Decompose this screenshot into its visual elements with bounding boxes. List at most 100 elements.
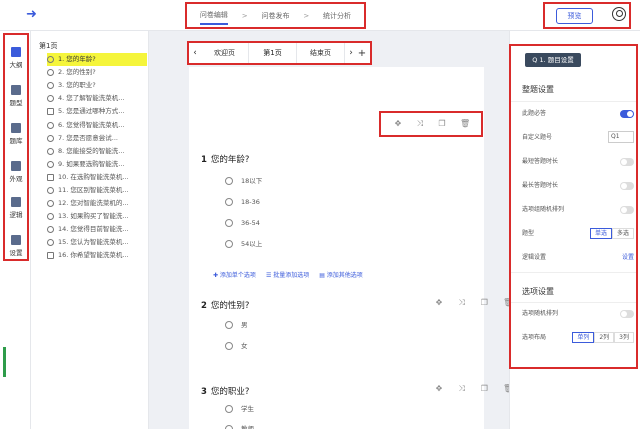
outline-icon (11, 47, 21, 57)
option[interactable]: 18-36 (225, 192, 481, 213)
tool-question-bank[interactable]: 题库 (5, 123, 27, 145)
question-text[interactable]: 您的职业? (211, 387, 250, 397)
outline-item[interactable]: 2. 您的性别? (47, 66, 147, 79)
shuffle-options-toggle[interactable] (620, 310, 634, 318)
min-time-toggle[interactable] (620, 158, 634, 166)
layout-two-columns[interactable]: 2列 (594, 332, 615, 343)
outline-item[interactable]: 8. 您能接受的智能洗... (47, 145, 147, 158)
outline-item[interactable]: 16. 你希望智能洗菜机... (47, 249, 147, 262)
tool-label: 题库 (9, 137, 23, 145)
outline-item-label: 14. 您觉得目前智能洗... (58, 225, 129, 234)
add-page-icon[interactable]: + (357, 48, 367, 59)
move-icon[interactable]: ✥ (435, 299, 443, 307)
question-text[interactable]: 您的年龄? (211, 155, 250, 165)
outline-item-label: 6. 您觉得智能洗菜机... (58, 120, 125, 129)
question-1[interactable]: 1 您的年龄? 18以下 18-36 36-54 54以上 (201, 153, 481, 255)
outline-item-label: 1. 您的年龄? (58, 55, 96, 64)
option[interactable]: 学生 (225, 399, 481, 419)
outline-item[interactable]: 11. 您区别智能洗菜机... (47, 184, 147, 197)
radio-icon (47, 147, 54, 155)
outline-item[interactable]: 10. 在选购智能洗菜机... (47, 171, 147, 184)
tab-next-icon[interactable]: › (345, 48, 357, 58)
radio-icon (47, 160, 54, 168)
step-publish[interactable]: 问卷发布 (261, 11, 289, 21)
required-toggle[interactable] (620, 110, 634, 118)
outline-item[interactable]: 3. 您的职业? (47, 79, 147, 92)
custom-number-input[interactable]: Q1 (608, 131, 634, 143)
back-arrow-icon[interactable]: ➜ (26, 8, 40, 22)
copy-icon[interactable]: ❐ (480, 299, 488, 307)
tab-welcome[interactable]: 欢迎页 (201, 43, 249, 63)
tab-prev-icon[interactable]: ‹ (189, 48, 201, 58)
logic-settings-link[interactable]: 设置 (622, 252, 634, 264)
tool-outline[interactable]: 大纲 (5, 47, 27, 69)
option[interactable]: 教师 (225, 419, 481, 429)
max-time-toggle[interactable] (620, 182, 634, 190)
move-icon[interactable]: ✥ (394, 120, 402, 128)
left-toolbar: 大纲 题型 题库 外观 逻辑 设置 (0, 31, 31, 429)
tool-logic[interactable]: 逻辑 (5, 197, 27, 219)
outline-item[interactable]: 13. 如果购买了智能洗... (47, 210, 147, 223)
tool-settings[interactable]: 设置 (5, 235, 27, 257)
outline-item-label: 5. 您是通过哪种方式... (58, 107, 125, 116)
copy-icon[interactable]: ❐ (438, 120, 446, 128)
tool-appearance[interactable]: 外观 (5, 161, 27, 183)
layout-single-column[interactable]: 单列 (572, 332, 595, 343)
user-avatar-icon[interactable] (612, 7, 626, 21)
shuffle-options-row: 选项随机排列 (522, 308, 634, 320)
outline-item-label: 9. 如果要选购智能洗... (58, 159, 125, 168)
shuffle-icon[interactable]: ⤨ (416, 120, 424, 128)
outline-item[interactable]: 7. 您是否愿意尝试... (47, 132, 147, 145)
outline-item[interactable]: 14. 您觉得目前智能洗... (47, 223, 147, 236)
option[interactable]: 男 (225, 315, 481, 336)
outline-item-label: 11. 您区别智能洗菜机... (58, 185, 129, 194)
outline-item[interactable]: 1. 您的年龄? (47, 53, 147, 67)
row-label: 逻辑设置 (522, 254, 547, 261)
tool-question-type[interactable]: 题型 (5, 85, 27, 107)
shuffle-icon[interactable]: ⤨ (458, 299, 466, 307)
add-single-option-link[interactable]: ✚ 添加单个选项 (213, 270, 256, 279)
add-other-option-link[interactable]: ▤ 添加其他选项 (319, 270, 363, 279)
radio-icon (47, 82, 54, 90)
delete-icon[interactable]: 🗑 (460, 120, 470, 128)
option[interactable]: 女 (225, 336, 481, 357)
tool-label: 逻辑 (9, 211, 23, 219)
step-stats[interactable]: 统计分析 (323, 11, 351, 21)
outline-item-label: 4. 您了解智能洗菜机... (58, 94, 125, 103)
outline-item[interactable]: 5. 您是通过哪种方式... (47, 105, 147, 118)
move-icon[interactable]: ✥ (435, 385, 443, 393)
outline-item[interactable]: 4. 您了解智能洗菜机... (47, 92, 147, 105)
single-choice-option[interactable]: 单选 (589, 228, 612, 239)
tool-label: 外观 (9, 175, 23, 183)
multi-choice-option[interactable]: 多选 (611, 228, 634, 239)
copy-icon[interactable]: ❐ (480, 385, 488, 393)
option[interactable]: 54以上 (225, 234, 481, 255)
question-2-tools: ✥ ⤨ ❐ 🗑 (435, 299, 513, 307)
outline-item-label: 16. 你希望智能洗菜机... (58, 251, 129, 260)
radio-icon (47, 134, 54, 142)
question-text[interactable]: 您的性别? (211, 301, 250, 311)
outline-item[interactable]: 15. 您认为智能洗菜机... (47, 236, 147, 249)
tab-page-1[interactable]: 第1页 (249, 43, 297, 63)
option[interactable]: 18以下 (225, 171, 481, 192)
scroll-indicator[interactable] (3, 347, 6, 377)
outline-item[interactable]: 9. 如果要选购智能洗... (47, 158, 147, 171)
preview-button[interactable]: 预览 (556, 8, 593, 24)
outline-item[interactable]: 12. 您对智能洗菜机的... (47, 197, 147, 210)
shuffle-groups-toggle[interactable] (620, 206, 634, 214)
tab-end[interactable]: 结束页 (297, 43, 345, 63)
batch-add-options-link[interactable]: ☰ 批量添加选项 (266, 270, 309, 279)
shuffle-icon[interactable]: ⤨ (458, 385, 466, 393)
outline-page-title: 第1页 (39, 42, 58, 50)
row-label: 选项布局 (522, 334, 547, 341)
tool-label: 题型 (9, 99, 23, 107)
question-bank-icon (11, 123, 21, 133)
row-label: 最短答题时长 (522, 158, 559, 165)
logic-icon (11, 197, 21, 207)
question-2[interactable]: 2 您的性别? 男 女 (201, 299, 481, 357)
layout-three-columns[interactable]: 3列 (614, 332, 634, 343)
option[interactable]: 36-54 (225, 213, 481, 234)
step-edit[interactable]: 问卷编辑 (199, 10, 228, 25)
step-separator: > (303, 11, 310, 20)
outline-item[interactable]: 6. 您觉得智能洗菜机... (47, 118, 147, 131)
